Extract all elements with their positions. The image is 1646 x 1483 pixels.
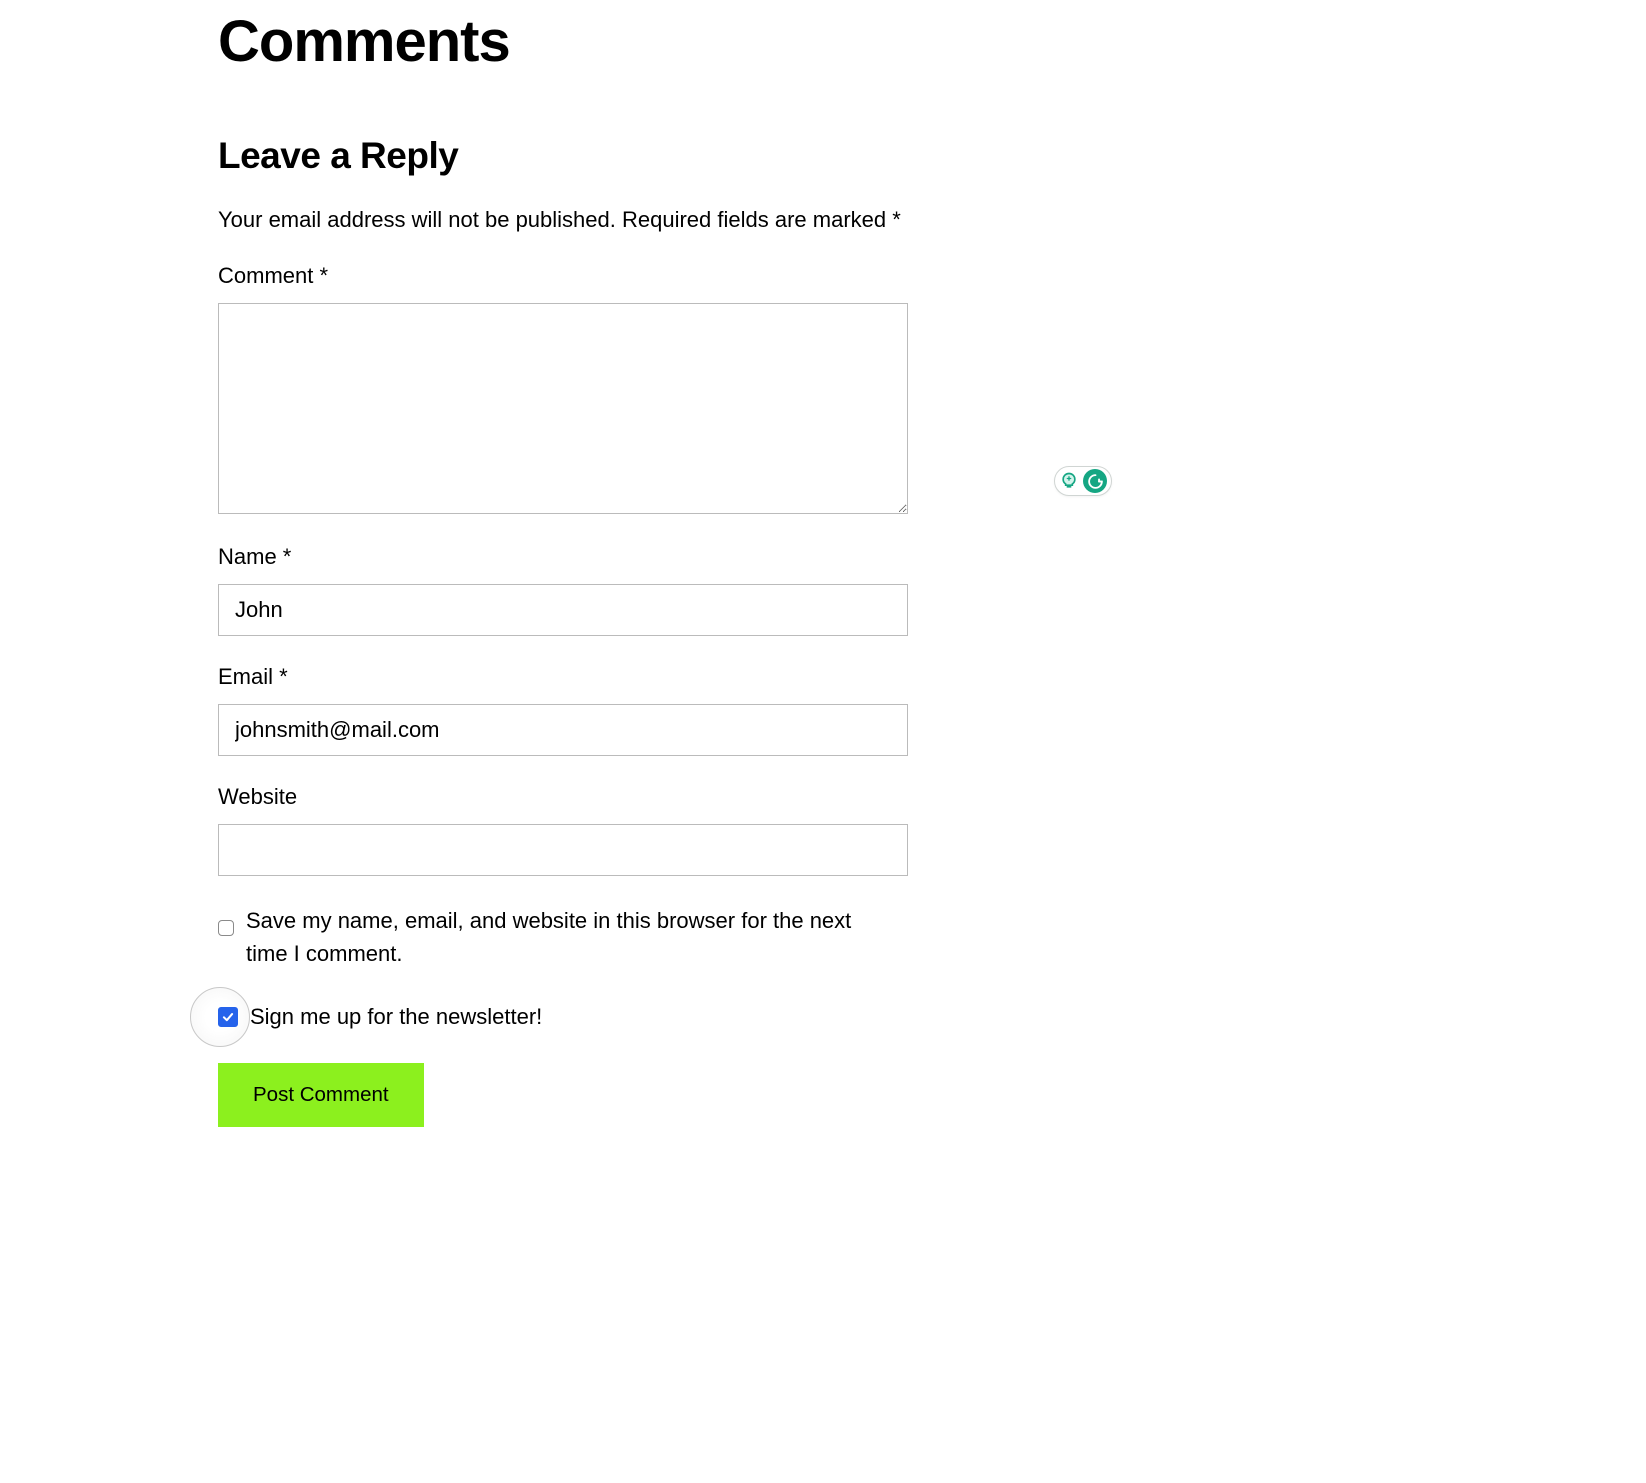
comment-textarea[interactable] (218, 303, 908, 514)
website-label: Website (218, 784, 1128, 810)
reply-heading: Leave a Reply (218, 135, 1128, 177)
email-input[interactable] (218, 704, 908, 756)
website-input[interactable] (218, 824, 908, 876)
email-label: Email * (218, 664, 1128, 690)
post-comment-button[interactable]: Post Comment (218, 1063, 424, 1127)
save-info-label: Save my name, email, and website in this… (246, 904, 886, 970)
grammarly-icon (1083, 469, 1107, 493)
bulb-icon (1059, 471, 1079, 491)
newsletter-checkbox[interactable] (218, 1007, 238, 1027)
page-title: Comments (218, 8, 1128, 75)
save-info-checkbox[interactable] (218, 920, 234, 936)
newsletter-label: Sign me up for the newsletter! (250, 1000, 542, 1033)
required-fields-notice: Your email address will not be published… (218, 207, 1128, 233)
name-label: Name * (218, 544, 1128, 570)
grammarly-widget[interactable] (1054, 466, 1112, 496)
checkmark-icon (221, 1010, 235, 1024)
comment-label: Comment * (218, 263, 1128, 289)
name-input[interactable] (218, 584, 908, 636)
